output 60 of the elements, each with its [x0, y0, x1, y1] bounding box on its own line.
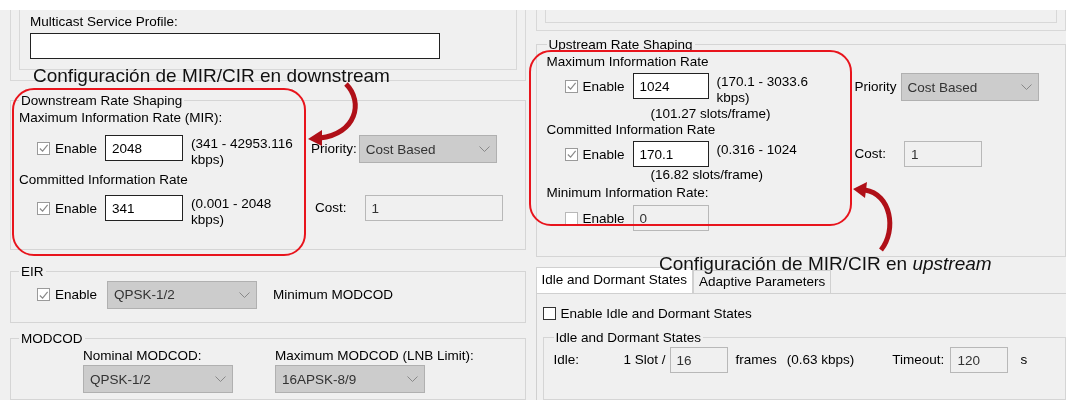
group-title: EIR — [20, 263, 45, 279]
field-label: Priority: — [311, 140, 357, 158]
field-label: Priority — [854, 78, 897, 97]
chevron-icon — [478, 146, 490, 152]
dropdown[interactable]: QPSK-1/2 — [83, 365, 233, 393]
range-text: (170.1 - 3033.6 kbps) — [716, 73, 810, 107]
checkbox-label: Enable — [582, 210, 625, 226]
text-field[interactable]: 170.1 — [632, 141, 709, 168]
chevron-icon — [1020, 84, 1032, 91]
slots-text: (101.27 slots/frame) — [650, 106, 772, 123]
text-field[interactable] — [30, 33, 440, 59]
range-text: (0.001 - 2048 kbps) — [191, 195, 273, 228]
checkbox-label: Enable — [55, 287, 98, 302]
section-label: Minimum Information Rate: — [546, 185, 710, 201]
section-label: Maximum Information Rate (MIR): — [19, 110, 224, 125]
checkbox[interactable] — [564, 147, 578, 161]
text-field[interactable]: 341 — [105, 195, 184, 221]
checkbox[interactable] — [564, 211, 578, 225]
field-label: Timeout: — [892, 351, 945, 369]
field-label: frames — [735, 351, 777, 369]
text-field[interactable]: 1024 — [632, 73, 709, 100]
field-label: Maximum MODCOD (LNB Limit): — [275, 348, 474, 363]
chevron-icon — [239, 291, 251, 298]
chevron-icon — [215, 376, 226, 382]
field-label: Cost: — [854, 145, 887, 164]
dropdown[interactable]: Cost Based — [358, 135, 497, 163]
callout-text: Configuración de MIR/CIR en downstream — [33, 65, 390, 87]
range-text: (0.316 - 1024 — [716, 141, 798, 159]
checkbox-label: Enable — [55, 140, 98, 156]
field-label: Minimum MODCOD — [273, 285, 394, 304]
section-label: Maximum Information Rate — [546, 54, 710, 70]
checkbox[interactable] — [37, 141, 50, 155]
chevron-icon — [407, 376, 418, 382]
checkbox[interactable] — [542, 306, 556, 320]
range-text: (341 - 42953.116 kbps) — [191, 135, 294, 168]
field-label: Nominal MODCOD: — [83, 348, 203, 363]
field-label: 1 Slot / — [623, 351, 666, 369]
field-label: (0.63 kbps) — [786, 351, 855, 369]
group-title: Downstream Rate Shaping — [20, 93, 184, 108]
field-label: Cost: — [315, 199, 347, 217]
group-title: Upstream Rate Shaping — [547, 37, 694, 53]
field-label: Idle: — [553, 351, 581, 369]
dropdown[interactable]: Cost Based — [900, 73, 1039, 102]
group-title: Idle and Dormant States — [554, 330, 703, 345]
section-label: Committed Information Rate — [19, 172, 189, 187]
checkbox-label: Enable — [582, 78, 625, 94]
checkbox[interactable] — [564, 79, 578, 93]
checkbox-label: Enable — [582, 146, 625, 162]
checkbox-label: Enable — [55, 200, 98, 216]
text-field[interactable]: 2048 — [105, 135, 184, 161]
dropdown[interactable]: 16APSK-8/9 — [275, 365, 425, 393]
dropdown[interactable]: QPSK-1/2 — [107, 280, 258, 309]
section-label: Committed Information Rate — [546, 122, 717, 138]
field-label: Multicast Service Profile: — [30, 14, 179, 29]
checkbox-label: Enable Idle and Dormant States — [560, 305, 752, 321]
unit-label: s — [1020, 351, 1028, 369]
group-title: MODCOD — [20, 331, 84, 346]
checkbox[interactable] — [37, 201, 50, 215]
checkbox[interactable] — [37, 288, 50, 301]
slots-text: (16.82 slots/frame) — [650, 167, 765, 184]
